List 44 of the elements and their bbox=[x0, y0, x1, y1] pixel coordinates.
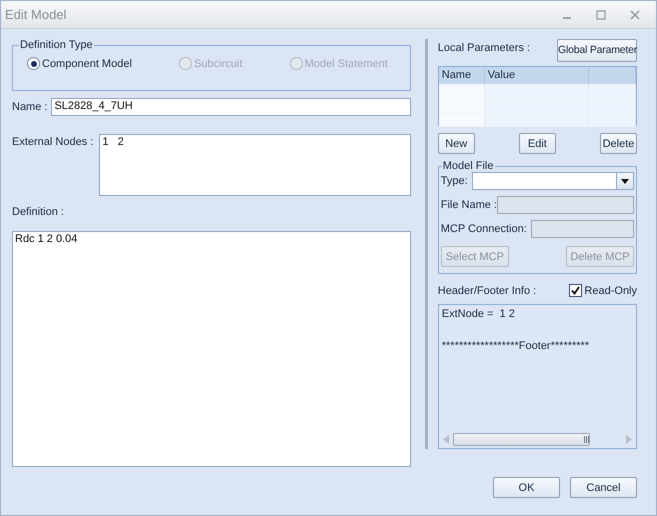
button[interactable]: OK bbox=[493, 477, 560, 498]
radio-button[interactable] bbox=[27, 57, 40, 70]
header-text: ExtNode = 1 2 bbox=[442, 308, 516, 320]
type-dropdown[interactable] bbox=[472, 172, 634, 190]
button[interactable]: Cancel bbox=[570, 477, 637, 498]
radio-label: Subcircuit bbox=[194, 58, 242, 70]
name-field[interactable]: SL2828_4_7UH bbox=[51, 98, 411, 116]
name-label: Name : bbox=[12, 101, 48, 113]
button[interactable]: Edit bbox=[518, 133, 556, 154]
footer-text: ******************Footer********* bbox=[442, 340, 590, 352]
button[interactable]: Delete bbox=[600, 133, 637, 154]
definition-label: Definition : bbox=[12, 206, 65, 218]
file-name-field[interactable] bbox=[497, 196, 634, 214]
global-parameter-button[interactable]: Global Parameter bbox=[557, 38, 637, 62]
close-icon[interactable] bbox=[630, 10, 640, 20]
external-nodes-label: External Nodes : bbox=[12, 135, 94, 150]
group-title: Definition Type bbox=[19, 39, 94, 51]
header-footer-label: Header/Footer Info : bbox=[438, 284, 536, 296]
table-cell bbox=[588, 99, 636, 113]
scroll-left-icon[interactable] bbox=[442, 434, 449, 444]
scroll-right-icon[interactable] bbox=[626, 434, 632, 444]
column-header[interactable] bbox=[588, 67, 636, 85]
external-nodes-field[interactable]: 1 2 bbox=[99, 134, 411, 196]
definition-field[interactable]: Rdc 1 2 0.04 bbox=[12, 231, 411, 467]
read-only-checkbox[interactable] bbox=[569, 284, 582, 297]
table-cell bbox=[588, 85, 636, 99]
button[interactable]: New bbox=[438, 133, 475, 154]
type-label: Type: bbox=[440, 175, 468, 187]
table-cell bbox=[588, 113, 636, 127]
column-header[interactable]: Value bbox=[484, 67, 589, 85]
mcp-connection-field[interactable] bbox=[531, 220, 634, 238]
radio-label: Component Model bbox=[42, 58, 132, 70]
maximize-icon[interactable] bbox=[596, 10, 606, 20]
grip-icon bbox=[584, 436, 589, 442]
scrollbar-thumb[interactable] bbox=[452, 432, 590, 446]
group-title: Model File bbox=[442, 160, 494, 172]
column-header[interactable]: Name bbox=[438, 67, 485, 85]
mcp-connection-label: MCP Connection: bbox=[440, 223, 527, 235]
radio-label: Model Statement bbox=[304, 58, 388, 70]
local-parameters-label: Local Parameters : bbox=[438, 42, 530, 54]
dropdown-arrow-icon bbox=[621, 178, 629, 184]
file-name-label: File Name : bbox=[440, 199, 497, 211]
read-only-label: Read-Only bbox=[584, 284, 637, 296]
window-title: Edit Model bbox=[4, 7, 66, 22]
